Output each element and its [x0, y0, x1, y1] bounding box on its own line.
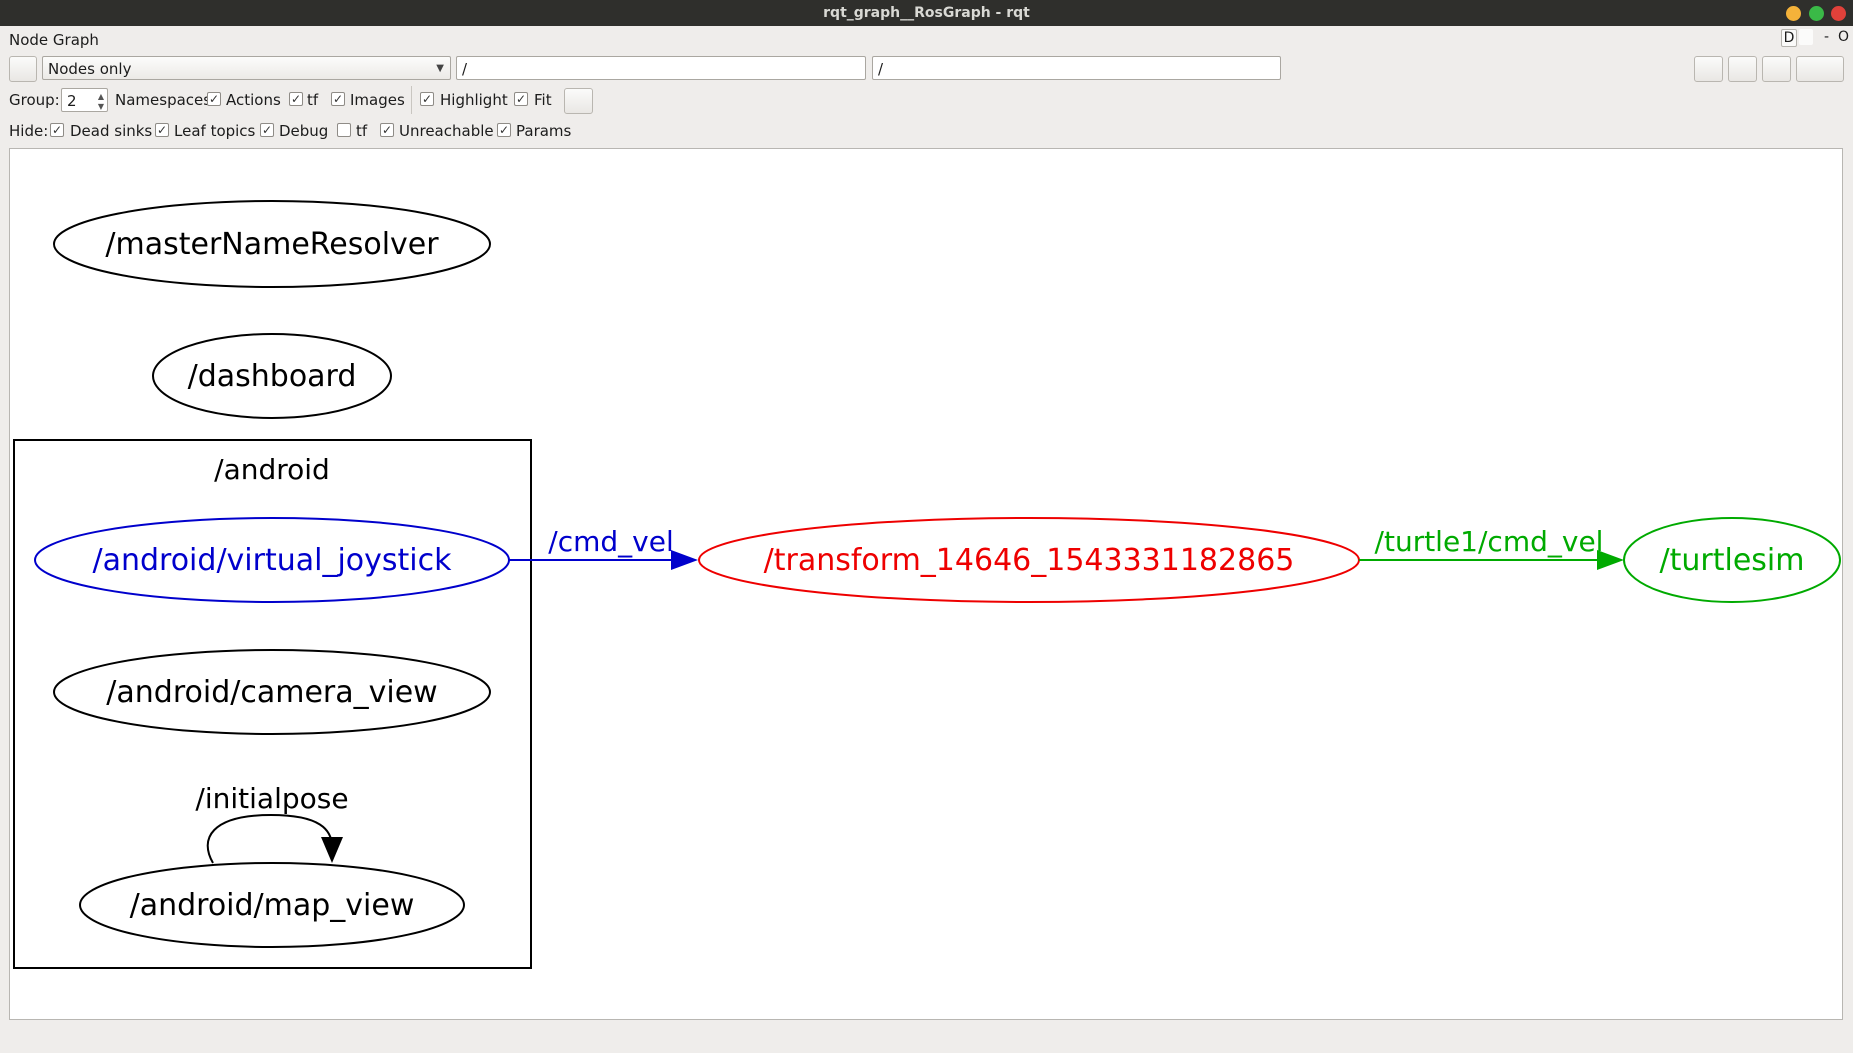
save-image-button[interactable] [1796, 56, 1844, 82]
turtlesim-label: /turtlesim [1660, 543, 1805, 578]
minimize-plugin-button[interactable]: - [1824, 29, 1829, 45]
initialpose-edge[interactable] [206, 813, 334, 864]
highlight-checkbox[interactable]: ✓ [420, 92, 434, 106]
spin-down-icon[interactable]: ▼ [98, 95, 104, 119]
cmd-vel-label: /cmd_vel [548, 525, 673, 558]
leaf-topics-checkbox[interactable]: ✓ [155, 123, 169, 137]
camera-view-label: /android/camera_view [106, 675, 437, 710]
transform-label: /transform_14646_1543331182865 [764, 543, 1295, 578]
hide-label: Hide: [9, 122, 49, 140]
leaf-topics-label: Leaf topics [174, 122, 256, 140]
map-view-label: /android/map_view [130, 888, 415, 923]
refresh-graph-button[interactable] [9, 56, 37, 82]
dashboard-label: /dashboard [188, 359, 357, 394]
window-title: rqt_graph__RosGraph - rqt [823, 5, 1030, 21]
debug-checkbox[interactable]: ✓ [260, 123, 274, 137]
graph-canvas[interactable]: /android /masterNameResolver /dashboard … [9, 148, 1843, 1020]
maximize-window-button[interactable] [1809, 6, 1824, 21]
save-svg-button[interactable] [1762, 56, 1791, 82]
window-titlebar: rqt_graph__RosGraph - rqt [0, 0, 1853, 26]
close-window-button[interactable] [1831, 6, 1846, 21]
plugin-header: Node Graph D - O [0, 26, 1853, 54]
unreachable-checkbox[interactable]: ✓ [380, 123, 394, 137]
android-cluster-label: /android [214, 453, 330, 486]
dead-sinks-checkbox[interactable]: ✓ [50, 123, 64, 137]
group-value: 2 [67, 92, 77, 110]
group-spinbox[interactable]: 2 ▲ ▼ [61, 88, 108, 112]
graph-mode-value: Nodes only [48, 60, 132, 78]
virtual-joystick-label: /android/virtual_joystick [92, 543, 452, 578]
unreachable-label: Unreachable [399, 122, 494, 140]
load-dot-button[interactable] [1694, 56, 1723, 82]
help-toggle-icon[interactable] [1799, 29, 1813, 45]
cmd-vel-arrowhead [671, 550, 698, 570]
close-plugin-button[interactable]: O [1838, 29, 1849, 45]
node-filter-input[interactable]: / [456, 56, 866, 80]
tf-checkbox[interactable]: ✓ [331, 92, 345, 106]
toolbar-separator [411, 86, 412, 114]
params-checkbox[interactable]: ✓ [497, 123, 511, 137]
initialpose-label: /initialpose [195, 782, 348, 815]
plugin-title: Node Graph [9, 31, 99, 49]
graph-svg: /android /masterNameResolver /dashboard … [13, 200, 1841, 969]
turtle-cmd-vel-label: /turtle1/cmd_vel [1375, 525, 1604, 558]
fit-checkbox[interactable]: ✓ [514, 92, 528, 106]
chevron-down-icon: ▼ [436, 63, 444, 74]
topic-filter-input[interactable]: / [872, 56, 1281, 80]
dock-button[interactable]: D [1781, 29, 1797, 47]
highlight-label: Highlight [440, 91, 508, 109]
minimize-window-button[interactable] [1786, 6, 1801, 21]
graph-mode-select[interactable]: Nodes only ▼ [42, 56, 451, 80]
hide-tf-checkbox[interactable] [337, 123, 351, 137]
actions-checkbox[interactable]: ✓ [289, 92, 303, 106]
actions-label: Actions [226, 91, 281, 109]
fit-label: Fit [534, 91, 552, 109]
dead-sinks-label: Dead sinks [70, 122, 153, 140]
master-name-resolver-label: /masterNameResolver [105, 227, 439, 262]
tf-label: tf [307, 91, 319, 109]
params-label: Params [516, 122, 572, 140]
group-label: Group: [9, 91, 60, 109]
hide-tf-label: tf [356, 122, 368, 140]
initialpose-arrowhead [321, 837, 343, 863]
namespaces-label: Namespaces [115, 91, 212, 109]
fit-in-view-button[interactable] [564, 88, 593, 114]
namespaces-checkbox[interactable]: ✓ [207, 92, 221, 106]
debug-label: Debug [279, 122, 329, 140]
save-dot-button[interactable] [1728, 56, 1757, 82]
images-label: Images [350, 91, 405, 109]
